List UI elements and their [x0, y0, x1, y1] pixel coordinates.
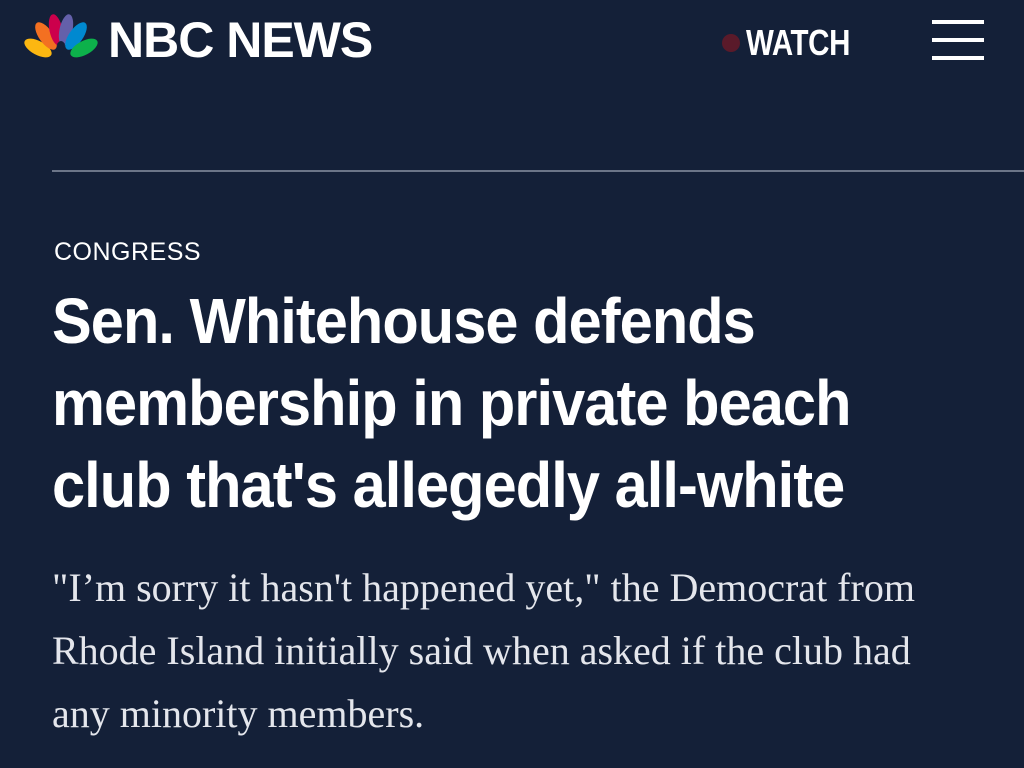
- watch-label: WATCH: [746, 22, 850, 63]
- live-indicator-icon: [722, 34, 740, 52]
- dek-line: any minority members.: [52, 691, 425, 736]
- menu-bar: [932, 38, 984, 42]
- hamburger-menu-icon[interactable]: [932, 18, 984, 62]
- peacock-icon: [24, 14, 98, 58]
- brand-name: NBC NEWS: [108, 12, 373, 68]
- watch-live-button[interactable]: WATCH: [722, 22, 873, 64]
- nbc-news-logo[interactable]: NBC NEWS: [24, 12, 373, 68]
- headline-line: membership in private beach: [52, 367, 851, 439]
- article-dek: "I’m sorry it hasn't happened yet," the …: [52, 556, 1012, 745]
- article-headline: Sen. Whitehouse defends membership in pr…: [52, 280, 992, 526]
- site-header: NBC NEWS WATCH: [0, 0, 1024, 90]
- dek-line: "I’m sorry it hasn't happened yet," the …: [52, 565, 915, 610]
- menu-bar: [932, 56, 984, 60]
- menu-bar: [932, 20, 984, 24]
- dek-line: Rhode Island initially said when asked i…: [52, 628, 911, 673]
- category-link[interactable]: CONGRESS: [54, 238, 201, 267]
- header-divider: [52, 170, 1024, 172]
- headline-line: Sen. Whitehouse defends: [52, 285, 756, 357]
- headline-line: club that's allegedly all-white: [52, 449, 845, 521]
